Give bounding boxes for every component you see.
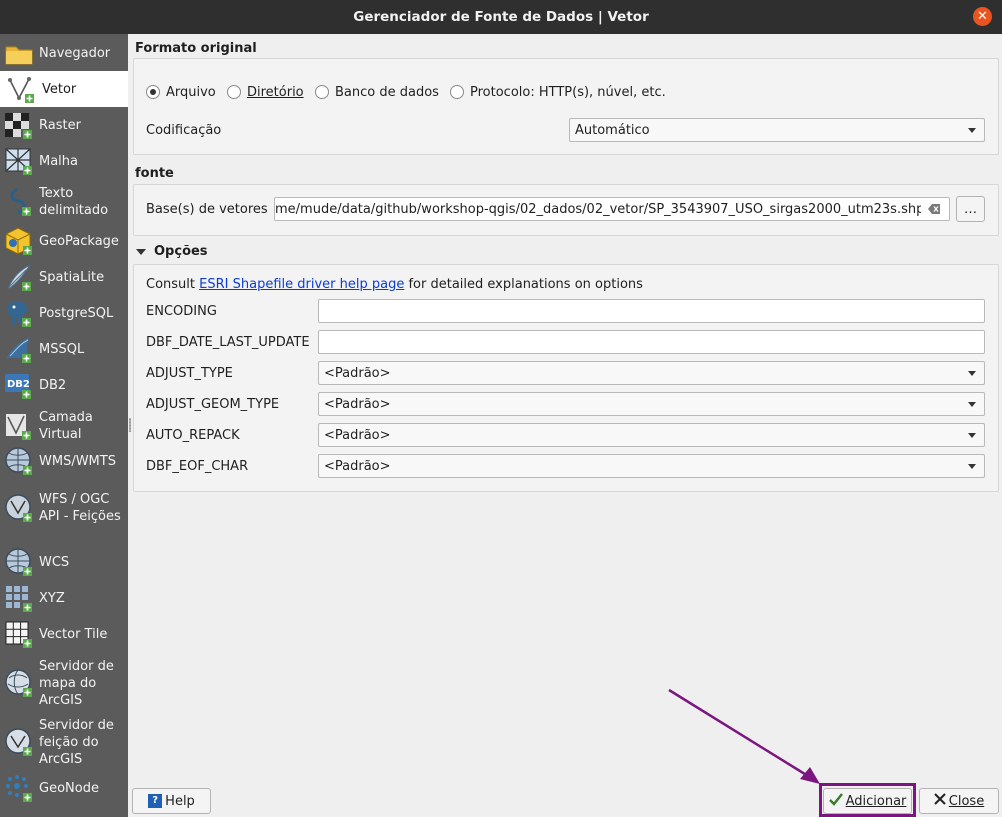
close-icon	[934, 793, 946, 809]
close-button-label: Close	[948, 793, 985, 809]
checkmark-icon	[828, 792, 843, 810]
annotation-arrow	[668, 688, 820, 784]
help-button-label: Help	[165, 793, 195, 809]
close-button[interactable]: Close	[919, 788, 999, 814]
add-button[interactable]: Adicionar	[823, 788, 912, 814]
help-button[interactable]: ? Help	[132, 788, 211, 814]
help-icon: ?	[148, 794, 163, 808]
add-button-label: Adicionar	[845, 793, 907, 809]
